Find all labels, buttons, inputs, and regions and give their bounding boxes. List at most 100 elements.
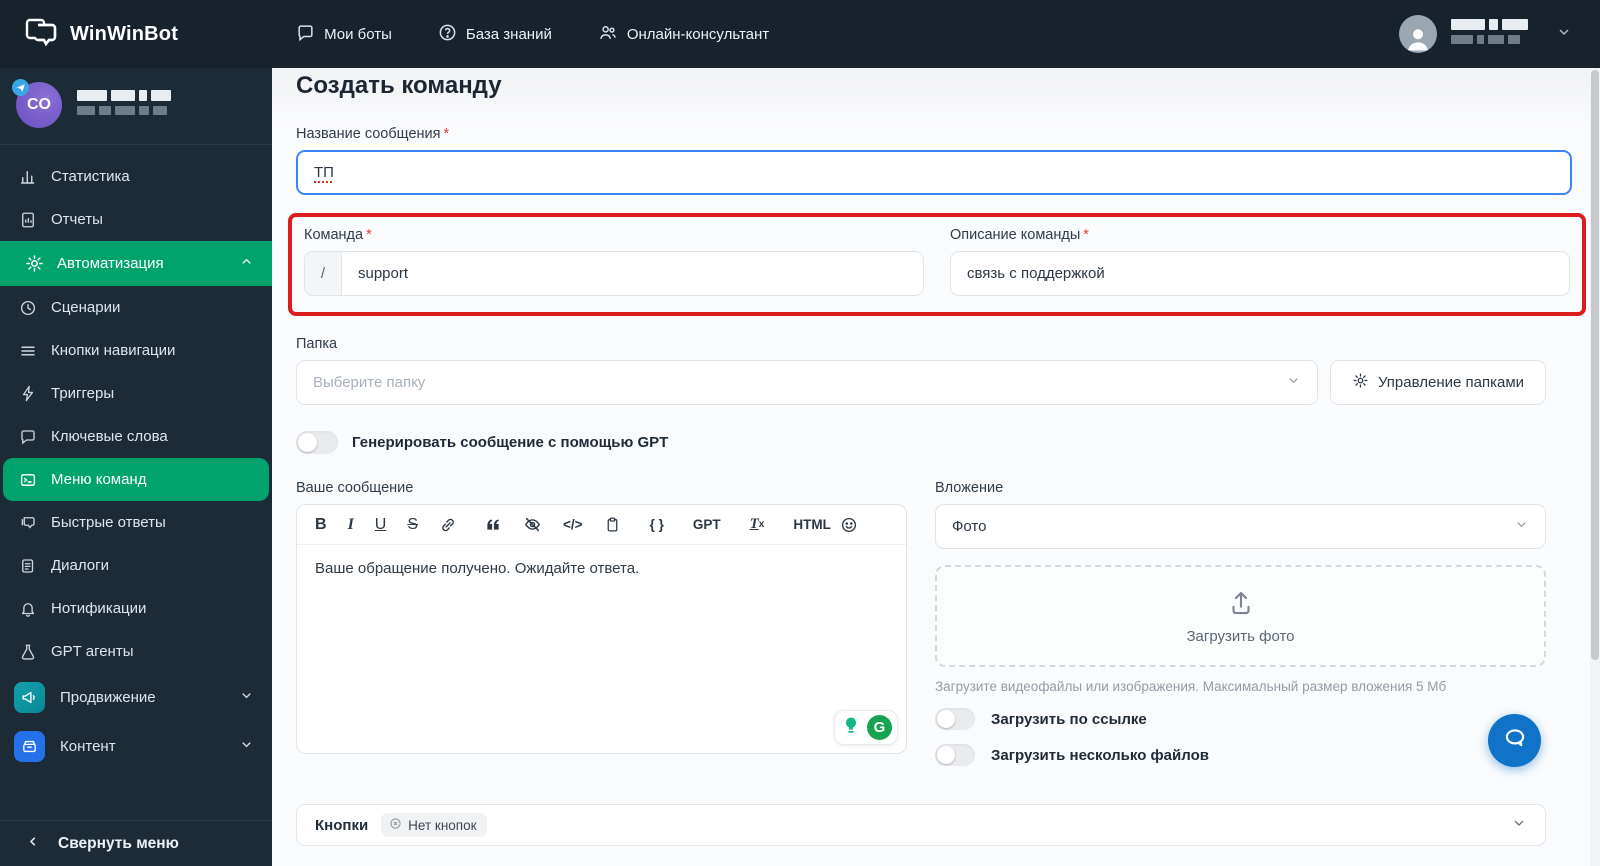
top-navigation: Мои боты База знаний Онлайн-консультант (296, 23, 769, 46)
nav-online-consultant[interactable]: Онлайн-консультант (598, 23, 769, 46)
brand-name: WinWinBot (70, 22, 179, 45)
sidebar-item-label: Отчеты (51, 211, 103, 228)
chevron-down-icon (1286, 373, 1301, 392)
sidebar-item-label: Автоматизация (57, 255, 164, 272)
link-icon[interactable] (439, 516, 457, 534)
brand[interactable]: WinWinBot (24, 17, 178, 52)
bold-button[interactable]: B (315, 516, 327, 534)
nav-knowledge-base-label: База знаний (465, 25, 552, 43)
user-menu[interactable] (1399, 15, 1572, 53)
sidebar-item-label: Ключевые слова (51, 428, 168, 445)
grammarly-widget[interactable]: G (834, 710, 898, 745)
spoiler-eye-off-icon[interactable] (523, 515, 542, 534)
terminal-icon (18, 471, 38, 489)
clipboard-icon[interactable] (604, 516, 621, 533)
sidebar-item-label: Продвижение (60, 689, 156, 706)
command-value: support (358, 265, 409, 282)
sidebar-item-nav-buttons[interactable]: Кнопки навигации (0, 329, 272, 372)
message-name-label: Название сообщения * (296, 126, 450, 142)
upload-multiple-toggle[interactable] (935, 744, 975, 766)
sidebar-account[interactable]: CO (0, 68, 272, 145)
stats-icon (18, 168, 38, 186)
manage-folders-button[interactable]: Управление папками (1330, 360, 1546, 405)
chats-icon (18, 514, 38, 532)
gear-icon (1352, 372, 1369, 393)
sidebar-item-triggers[interactable]: Триггеры (0, 372, 272, 415)
sidebar-item-dialogs[interactable]: Диалоги (0, 544, 272, 587)
menu-lines-icon (18, 342, 38, 360)
people-icon (598, 23, 618, 46)
sidebar-item-label: Быстрые ответы (51, 514, 166, 531)
sidebar-item-label: Диалоги (51, 557, 109, 574)
account-avatar: CO (12, 79, 62, 128)
required-asterisk: * (366, 227, 372, 243)
command-input[interactable]: support (342, 251, 924, 296)
html-button[interactable]: HTML (793, 517, 831, 532)
sidebar-item-label: Сценарии (51, 299, 121, 316)
topbar: WinWinBot Мои боты База знаний Онлайн-ко… (0, 0, 1600, 68)
bell-icon (18, 600, 38, 618)
sidebar-item-gpt-agents[interactable]: GPT агенты (0, 630, 272, 673)
underline-button[interactable]: U (375, 516, 387, 534)
emoji-icon[interactable] (840, 516, 858, 534)
scrollbar-thumb[interactable] (1591, 70, 1599, 660)
editor-content[interactable]: Ваше обращение получено. Ожидайте ответа… (297, 545, 906, 592)
sidebar-item-command-menu[interactable]: Меню команд (3, 458, 269, 501)
strikethrough-button[interactable]: S (407, 516, 418, 534)
clock-icon (18, 299, 38, 317)
command-field: Команда * / support (304, 227, 924, 296)
description-label: Описание команды * (950, 227, 1089, 243)
sidebar-item-label: Статистика (51, 168, 130, 185)
italic-button[interactable]: I (348, 516, 354, 534)
lightning-icon (18, 385, 38, 402)
sidebar-item-label: Меню команд (51, 471, 147, 488)
command-label: Команда * (304, 227, 372, 243)
rich-text-editor[interactable]: B I U S </> {} GPT T x HTML Ваше обраще… (296, 504, 907, 754)
description-input[interactable]: связь с поддержкой (950, 251, 1570, 296)
chevron-up-icon (239, 254, 254, 273)
upload-dropzone[interactable]: Загрузить фото (935, 565, 1546, 667)
variables-button[interactable]: { } (650, 517, 664, 532)
folder-select[interactable]: Выберите папку (296, 360, 1318, 405)
sidebar-item-automation[interactable]: Автоматизация (0, 241, 272, 286)
sidebar-item-scenarios[interactable]: Сценарии (0, 286, 272, 329)
upload-hint: Загрузите видеофайлы или изображения. Ма… (935, 679, 1447, 694)
gpt-button[interactable]: GPT (693, 517, 721, 532)
chat-bubble-icon (1502, 725, 1528, 756)
sidebar-item-notifications[interactable]: Нотификации (0, 587, 272, 630)
attachment-label: Вложение (935, 480, 1004, 496)
annotation-red-box: Команда * / support Описание команды * свя… (288, 213, 1586, 316)
chevron-down-icon (239, 688, 254, 707)
grammarly-g-icon: G (867, 715, 892, 740)
attachment-type-select[interactable]: Фото (935, 504, 1546, 549)
quote-icon[interactable] (484, 516, 502, 534)
gpt-generate-toggle[interactable] (296, 431, 338, 454)
sidebar-item-quick-replies[interactable]: Быстрые ответы (0, 501, 272, 544)
sidebar-item-content[interactable]: Контент (0, 722, 272, 771)
sidebar-item-reports[interactable]: Отчеты (0, 198, 272, 241)
account-initials: CO (27, 96, 51, 113)
folder-label: Папка (296, 336, 338, 352)
scrollbar[interactable] (1590, 68, 1600, 866)
dialogs-icon (18, 557, 38, 575)
page-title: Создать команду (296, 72, 502, 99)
upload-by-link-toggle[interactable] (935, 708, 975, 730)
redacted-username (1451, 19, 1532, 49)
clear-format-button[interactable]: Tx (750, 516, 765, 533)
sidebar-item-keywords[interactable]: Ключевые слова (0, 415, 272, 458)
collapse-menu-button[interactable]: Свернуть меню (0, 820, 272, 866)
nav-my-bots[interactable]: Мои боты (296, 23, 392, 46)
code-button[interactable]: </> (563, 517, 583, 532)
sidebar-item-promotion[interactable]: Продвижение (0, 673, 272, 722)
sidebar-item-label: Контент (60, 738, 116, 755)
message-label: Ваше сообщение (296, 480, 414, 496)
chat-widget-button[interactable] (1488, 714, 1541, 767)
sidebar-menu: Статистика Отчеты Автоматизация Сценарии (0, 145, 272, 820)
message-name-input[interactable]: ТП (296, 150, 1572, 195)
sidebar-item-statistics[interactable]: Статистика (0, 155, 272, 198)
nav-knowledge-base[interactable]: База знаний (438, 23, 552, 46)
chat-bubble-icon (296, 23, 315, 46)
chevron-down-icon (1556, 24, 1572, 45)
buttons-section-card[interactable]: Кнопки Нет кнопок (296, 804, 1546, 846)
attachment-section: Вложение Фото Загрузить фото Загрузите в… (935, 480, 1546, 780)
